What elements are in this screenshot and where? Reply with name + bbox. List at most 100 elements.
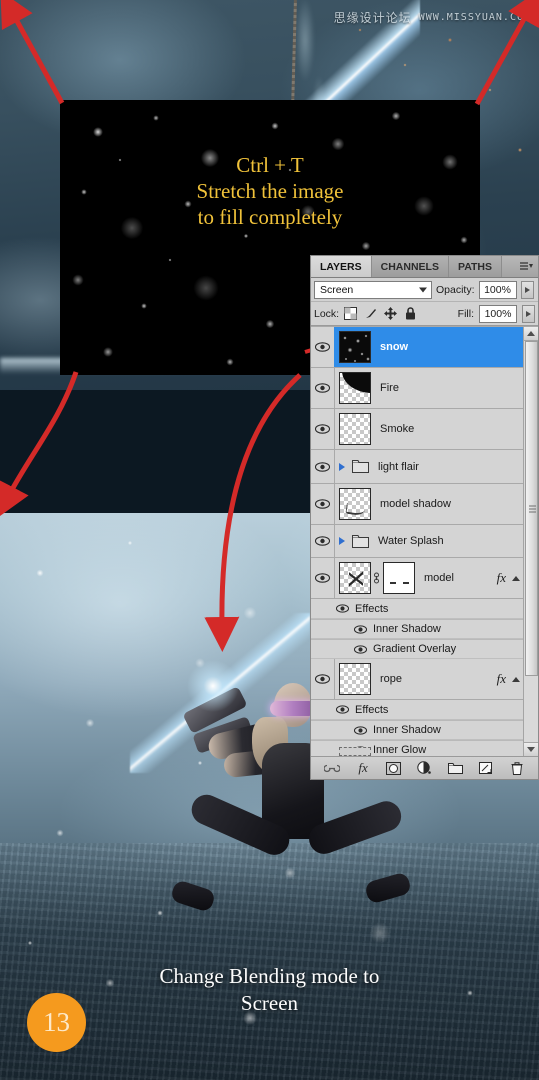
layer-mask-thumbnail-model[interactable] (383, 562, 415, 594)
visibility-toggle-light-flair[interactable] (311, 450, 335, 483)
link-glyph (373, 572, 379, 584)
tab-channels[interactable]: CHANNELS (371, 256, 449, 277)
effects-collapse-triangle-icon[interactable] (512, 676, 520, 682)
eye-icon (315, 383, 330, 393)
layer-thumbnail-snow[interactable] (339, 331, 371, 363)
tab-layers-label: LAYERS (320, 260, 362, 273)
layer-list-scrollbar[interactable] (523, 327, 538, 756)
partial-layer-row-clipped (339, 747, 371, 756)
effect-label-inner-shadow: Inner Shadow (373, 623, 441, 635)
new-fill-adjustment-icon[interactable] (416, 761, 432, 776)
link-layers-glyph (324, 764, 341, 772)
new-layer-glyph (479, 762, 493, 774)
layer-row-model-shadow[interactable]: model shadow (311, 484, 538, 525)
layer-row-fire[interactable]: Fire (311, 368, 538, 409)
blend-mode-select[interactable]: Screen (314, 280, 432, 299)
lock-position-icon[interactable] (384, 307, 398, 320)
layer-row-light-flair[interactable]: light flair (311, 450, 538, 484)
visibility-toggle-model-shadow[interactable] (311, 484, 335, 524)
add-layer-style-icon[interactable]: fx (355, 760, 371, 776)
effect-row-rope-inner-shadow[interactable]: Inner Shadow (311, 720, 538, 740)
lock-label: Lock: (314, 307, 340, 320)
tab-layers[interactable]: LAYERS (311, 256, 372, 277)
visibility-toggle-model[interactable] (311, 558, 335, 598)
visibility-toggle-gradient-overlay[interactable] (351, 640, 369, 658)
layer-row-snow[interactable]: snow (311, 327, 538, 368)
lock-image-icon[interactable] (364, 307, 377, 320)
folder-icon (352, 534, 369, 548)
top-instruction-text: Ctrl + T Stretch the image to fill compl… (196, 153, 344, 229)
new-group-icon[interactable] (447, 761, 463, 776)
step-number-label: 13 (43, 1007, 70, 1037)
layer-thumbnail-smoke[interactable] (339, 413, 371, 445)
panel-menu-glyph (520, 262, 533, 270)
layer-name-model: model (424, 572, 454, 584)
panel-menu-icon[interactable] (515, 256, 538, 277)
visibility-toggle-snow[interactable] (311, 327, 335, 367)
effect-label-gradient-overlay: Gradient Overlay (373, 643, 457, 655)
visibility-toggle-smoke[interactable] (311, 409, 335, 449)
link-layers-icon[interactable] (324, 761, 341, 776)
watermark-site-name: 思缘设计论坛 (333, 11, 412, 25)
blend-mode-value: Screen (320, 283, 354, 296)
eye-icon (353, 624, 367, 634)
layer-list[interactable]: snow Fire Smoke light flair model shadow… (311, 326, 538, 756)
scroll-up-icon (527, 331, 535, 336)
effects-header-rope[interactable]: Effects (311, 700, 538, 720)
lock-all-icon[interactable] (404, 307, 417, 320)
trash-glyph (511, 761, 523, 775)
scrollbar-thumb[interactable] (525, 341, 538, 676)
visibility-toggle-rope[interactable] (311, 659, 335, 699)
mask-link-icon[interactable] (371, 572, 381, 584)
effect-row-model-gradient-overlay[interactable]: Gradient Overlay (311, 639, 538, 659)
scroll-down-button[interactable] (523, 742, 538, 756)
tab-paths[interactable]: PATHS (448, 256, 503, 277)
visibility-toggle-fire[interactable] (311, 368, 335, 408)
panel-tab-bar: LAYERS CHANNELS PATHS (311, 256, 538, 278)
layer-effects-indicator-rope[interactable]: fx (497, 671, 522, 687)
opacity-input[interactable]: 100% (478, 280, 517, 299)
new-layer-icon[interactable] (478, 761, 494, 776)
fill-input[interactable]: 100% (479, 304, 517, 323)
disclosure-triangle-icon[interactable] (339, 462, 345, 471)
effect-row-model-inner-shadow[interactable]: Inner Shadow (311, 619, 538, 639)
layer-name-model-shadow: model shadow (380, 498, 451, 510)
eye-icon (315, 342, 330, 352)
delete-layer-icon[interactable] (509, 761, 525, 776)
scroll-up-button[interactable] (523, 327, 538, 341)
opacity-value: 100% (484, 283, 511, 296)
eye-icon (353, 644, 367, 654)
layer-mask-glyph (386, 761, 402, 775)
layer-row-smoke[interactable]: Smoke (311, 409, 538, 450)
photoshop-layers-panel[interactable]: LAYERS CHANNELS PATHS Screen Opacity: 10… (310, 255, 539, 780)
layer-thumbnail-fire[interactable] (339, 372, 371, 404)
folder-glyph (447, 762, 463, 774)
lock-transparency-icon[interactable] (344, 307, 358, 320)
effects-collapse-triangle-icon[interactable] (512, 575, 520, 581)
opacity-slider-arrow[interactable] (520, 280, 534, 299)
layer-row-water-splash[interactable]: Water Splash (311, 525, 538, 558)
fill-label: Fill: (457, 307, 474, 320)
effects-header-model[interactable]: Effects (311, 599, 538, 619)
layers-panel-toolbar: fx (311, 756, 538, 779)
layer-row-model[interactable]: model fx (311, 558, 538, 599)
watermark-url: WWW.MISSYUAN.COM (418, 12, 531, 23)
fill-slider-arrow[interactable] (522, 304, 535, 323)
layer-thumbnail-rope[interactable] (339, 663, 371, 695)
effects-label-rope: Effects (355, 703, 389, 716)
visibility-toggle-inner-shadow[interactable] (351, 620, 369, 638)
eye-icon (315, 424, 330, 434)
eye-icon (315, 573, 330, 583)
layer-thumbnail-model-shadow[interactable] (339, 488, 371, 520)
visibility-toggle-effects-model[interactable] (333, 599, 351, 618)
layer-thumbnail-model[interactable] (339, 562, 371, 594)
visibility-toggle-water-splash[interactable] (311, 525, 335, 557)
layer-effects-indicator-model[interactable]: fx (497, 570, 522, 586)
visibility-toggle-rope-inner-shadow[interactable] (351, 721, 369, 739)
disclosure-triangle-icon[interactable] (339, 537, 345, 545)
layer-name-snow: snow (380, 341, 409, 353)
add-layer-mask-icon[interactable] (386, 761, 402, 776)
scrollbar-grip-icon (529, 505, 536, 512)
layer-row-rope[interactable]: rope fx (311, 659, 538, 700)
visibility-toggle-effects-rope[interactable] (333, 700, 351, 719)
